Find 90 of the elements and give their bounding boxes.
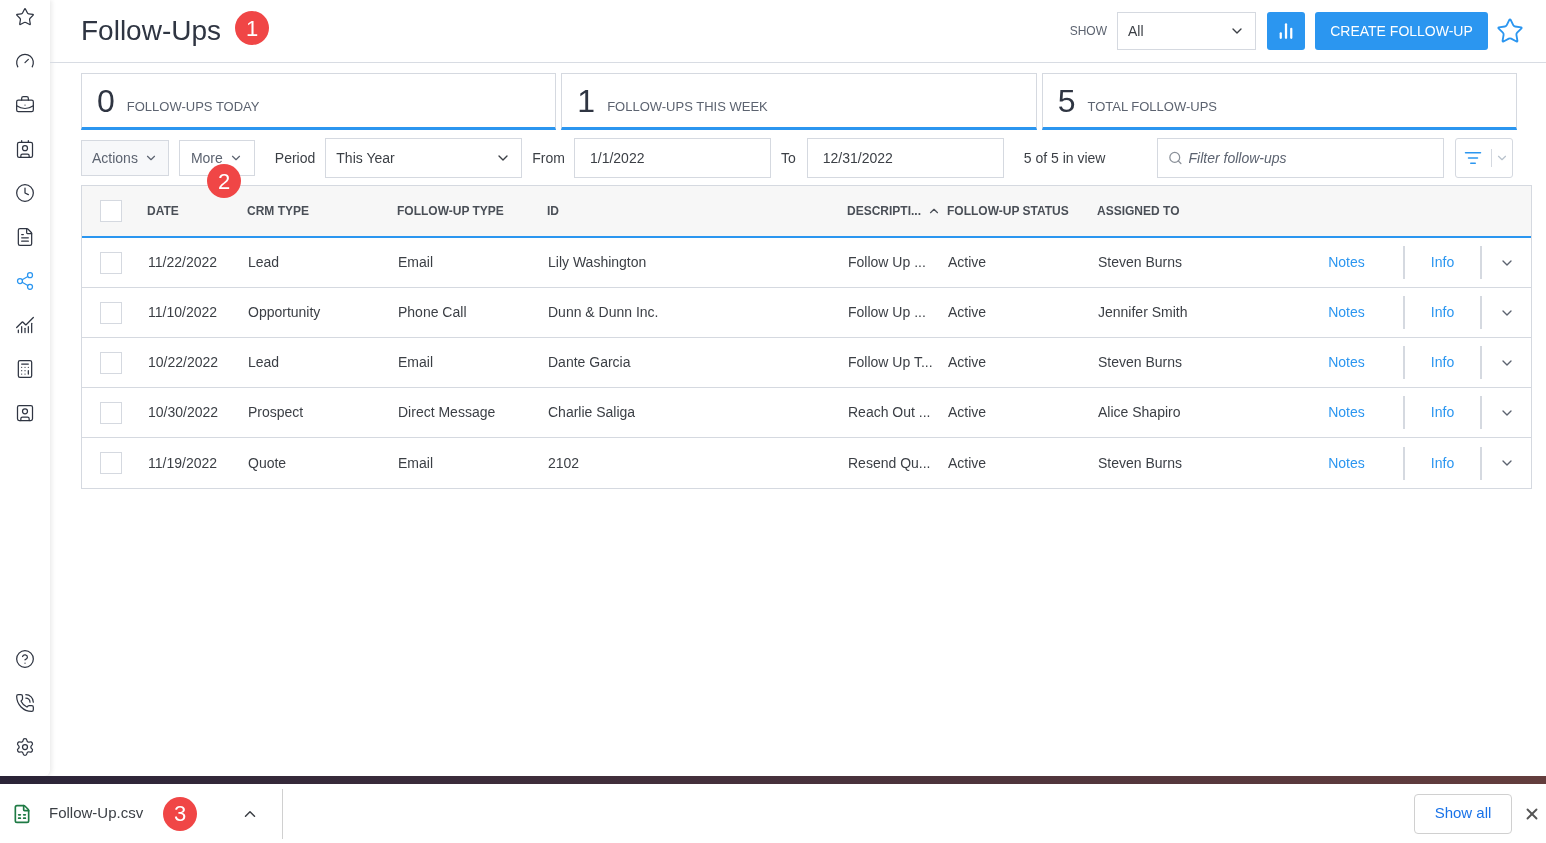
calculator-icon[interactable] bbox=[15, 359, 35, 379]
table-cell: 11/22/2022 bbox=[148, 254, 218, 270]
chart-icon[interactable] bbox=[15, 315, 35, 335]
actions-button[interactable]: Actions bbox=[81, 140, 169, 176]
table-cell: Follow Up T... bbox=[848, 354, 933, 370]
row-checkbox[interactable] bbox=[100, 251, 122, 274]
briefcase-icon[interactable] bbox=[15, 95, 35, 115]
record-count: 5 of 5 in view bbox=[1023, 148, 1107, 168]
column-header[interactable]: ID bbox=[547, 202, 559, 220]
column-header[interactable]: CRM TYPE bbox=[247, 202, 309, 220]
table-cell: Alice Shapiro bbox=[1098, 404, 1181, 420]
table-cell: Dante Garcia bbox=[548, 354, 631, 370]
table-cell: 10/30/2022 bbox=[148, 404, 219, 420]
filter-icon bbox=[1464, 149, 1483, 167]
callout-marker: 1 bbox=[235, 11, 269, 45]
table-cell: Resend Qu... bbox=[848, 454, 931, 471]
callout-marker: 2 bbox=[207, 164, 241, 198]
search-icon bbox=[1167, 150, 1183, 166]
filter-field[interactable]: Filter follow-ups bbox=[1156, 138, 1444, 178]
table-cell: Reach Out ... bbox=[848, 404, 931, 420]
table-cell: Email bbox=[398, 354, 433, 370]
stat-value: 5 bbox=[1057, 85, 1076, 117]
table-cell: Lead bbox=[248, 354, 280, 370]
column-header[interactable]: FOLLOW-UP STATUS bbox=[947, 202, 1069, 220]
to-label: To bbox=[780, 148, 796, 168]
table-cell: Follow Up ... bbox=[848, 254, 926, 270]
table-cell: Active bbox=[948, 454, 987, 471]
row-checkbox[interactable] bbox=[100, 351, 122, 374]
table-cell: 2102 bbox=[548, 454, 580, 471]
stat-value: 1 bbox=[577, 85, 596, 117]
table-cell: Lily Washington bbox=[548, 254, 647, 270]
table-cell: Steven Burns bbox=[1098, 254, 1183, 270]
period-label: Period bbox=[274, 148, 316, 168]
table-cell: Phone Call bbox=[398, 304, 467, 320]
callout-marker: 3 bbox=[163, 796, 198, 831]
table-cell: Jennifer Smith bbox=[1098, 304, 1188, 320]
from-label: From bbox=[532, 148, 565, 168]
column-header[interactable]: ASSIGNED TO bbox=[1097, 202, 1180, 220]
stat-label: TOTAL FOLLOW-UPS bbox=[1087, 97, 1217, 116]
row-checkbox[interactable] bbox=[100, 452, 122, 474]
bar-chart-icon bbox=[1277, 22, 1295, 40]
stat-value: 0 bbox=[97, 85, 115, 117]
column-header[interactable]: DESCRIPTI... bbox=[847, 202, 941, 220]
table-cell: Lead bbox=[248, 254, 280, 270]
phone-icon[interactable] bbox=[15, 693, 35, 713]
document-icon[interactable] bbox=[15, 227, 35, 247]
filter-input[interactable]: Filter follow-ups bbox=[1188, 147, 1433, 169]
share-nodes-icon[interactable] bbox=[15, 271, 35, 291]
table-cell: Steven Burns bbox=[1098, 454, 1183, 471]
row-checkbox[interactable] bbox=[100, 301, 122, 324]
id-badge-icon[interactable] bbox=[15, 403, 35, 423]
clock-icon[interactable] bbox=[15, 183, 35, 203]
table-cell: 11/10/2022 bbox=[148, 304, 218, 320]
favorite-star-icon[interactable] bbox=[1496, 17, 1524, 45]
stat-label: FOLLOW-UPS THIS WEEK bbox=[607, 97, 768, 116]
row-checkbox[interactable] bbox=[100, 401, 122, 424]
show-label: SHOW bbox=[1069, 23, 1107, 40]
to-date-field[interactable]: 12/31/2022 bbox=[806, 138, 1004, 178]
spreadsheet-file-icon bbox=[12, 803, 32, 824]
period-select[interactable]: This Year bbox=[325, 138, 523, 178]
stat-label: FOLLOW-UPS TODAY bbox=[126, 97, 260, 116]
from-date-field[interactable]: 1/1/2022 bbox=[573, 138, 771, 178]
table-cell: Email bbox=[398, 254, 433, 270]
table-cell: Active bbox=[948, 254, 987, 270]
table-cell: Email bbox=[398, 454, 433, 471]
table-cell: Prospect bbox=[248, 404, 304, 420]
table-cell: 10/22/2022 bbox=[148, 354, 219, 370]
help-icon[interactable] bbox=[15, 649, 35, 669]
page-title: Follow-Ups bbox=[81, 14, 222, 48]
table-cell: Charlie Saliga bbox=[548, 404, 636, 420]
contact-card-icon[interactable] bbox=[15, 139, 35, 159]
table-cell: Steven Burns bbox=[1098, 354, 1183, 370]
table-cell: Opportunity bbox=[248, 304, 321, 320]
row-checkbox[interactable] bbox=[100, 200, 122, 222]
table-cell: 11/19/2022 bbox=[148, 454, 218, 471]
star-icon[interactable] bbox=[15, 7, 35, 27]
chart-button[interactable] bbox=[1267, 12, 1305, 50]
table-cell: Active bbox=[948, 354, 987, 370]
show-all-button[interactable]: Show all bbox=[1414, 793, 1512, 834]
table-cell: Direct Message bbox=[398, 404, 496, 420]
column-header[interactable]: FOLLOW-UP TYPE bbox=[397, 202, 504, 220]
table-cell: Active bbox=[948, 304, 987, 320]
table-cell: Follow Up ... bbox=[848, 304, 926, 320]
table-cell: Quote bbox=[248, 454, 287, 471]
show-select[interactable]: All bbox=[1117, 12, 1256, 50]
table-cell: Active bbox=[948, 404, 987, 420]
table-cell: Dunn & Dunn Inc. bbox=[548, 304, 659, 320]
settings-icon[interactable] bbox=[15, 737, 35, 757]
download-file-name[interactable]: Follow-Up.csv bbox=[49, 802, 144, 825]
column-header[interactable]: DATE bbox=[147, 202, 179, 220]
